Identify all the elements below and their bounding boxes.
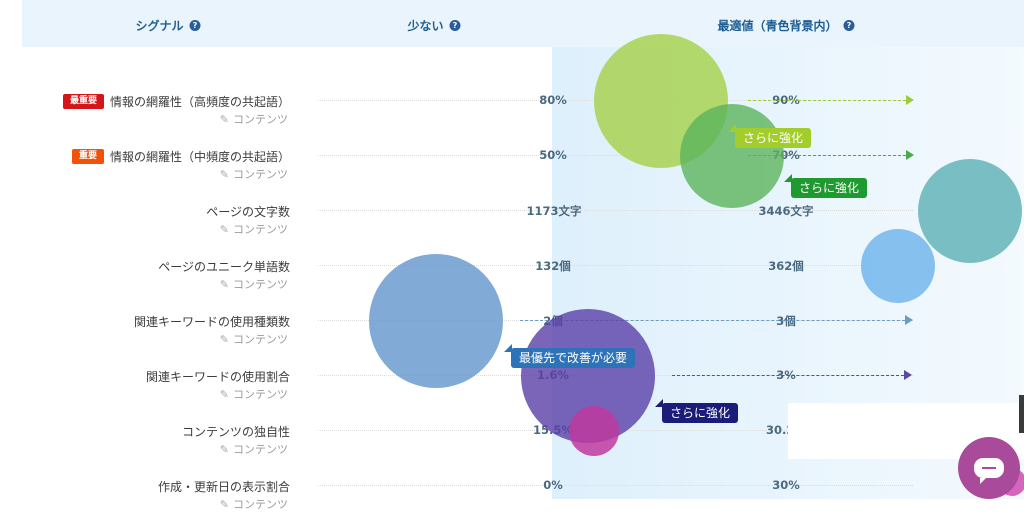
signal-chart: シグナル ? 少ない ? 最適値（青色背景内） ? 最重要 情報の網羅性（高頻度の… bbox=[0, 0, 1024, 511]
signal-bubble bbox=[918, 159, 1022, 263]
callout-tail bbox=[655, 399, 663, 407]
chat-button[interactable] bbox=[958, 437, 1020, 499]
callout-tail bbox=[504, 344, 512, 352]
advice-callout: 最優先で改善が必要 bbox=[504, 344, 636, 368]
scrollbar[interactable] bbox=[1019, 395, 1024, 433]
advice-callout-text: 最優先で改善が必要 bbox=[519, 351, 628, 365]
signal-bubble bbox=[369, 254, 503, 388]
callout-tail bbox=[784, 174, 792, 182]
advice-callout-text: さらに強化 bbox=[799, 181, 860, 195]
signal-bubble bbox=[680, 104, 784, 208]
callout-tail bbox=[728, 124, 736, 132]
advice-callout: さらに強化 bbox=[784, 174, 868, 198]
chat-icon bbox=[974, 458, 1004, 484]
advice-callout: さらに強化 bbox=[655, 399, 739, 423]
advice-callout-text: さらに強化 bbox=[743, 131, 804, 145]
advice-callout-text: さらに強化 bbox=[670, 406, 731, 420]
signal-bubble bbox=[569, 406, 619, 456]
advice-callout: さらに強化 bbox=[728, 124, 812, 148]
edit-icon: ✎ bbox=[219, 497, 229, 511]
signal-bubble bbox=[861, 229, 935, 303]
